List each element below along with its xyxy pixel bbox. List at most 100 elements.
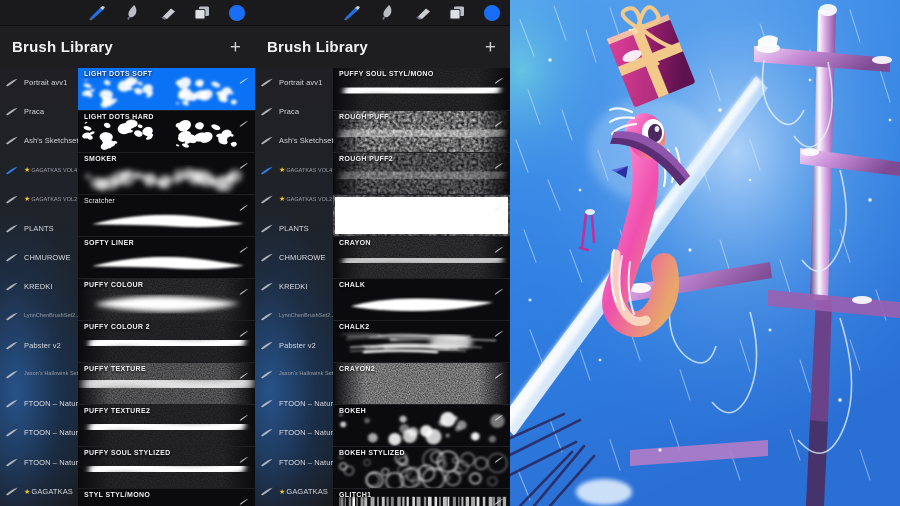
layers-tool[interactable] bbox=[192, 4, 212, 22]
star-icon: ★ bbox=[24, 167, 31, 175]
brush-set-item[interactable]: CHMUROWE bbox=[0, 243, 78, 272]
brush-library-right: Brush Library + Portrait avv1 Praca Ash's … bbox=[255, 26, 510, 506]
brush-set-item[interactable]: LynnChenBrushSet2... bbox=[0, 302, 78, 331]
brush-item[interactable]: LIGHT DOTS SOFT bbox=[78, 68, 255, 110]
brush-set-label: CHMUROWE bbox=[24, 253, 71, 263]
brush-set-item[interactable]: FTOON – Nature A bbox=[0, 389, 78, 418]
canvas-artwork[interactable] bbox=[510, 0, 900, 506]
brush-item[interactable]: STYL STYL/MONO bbox=[78, 488, 255, 506]
brush-item[interactable]: SMOKER bbox=[78, 152, 255, 194]
brush-item[interactable]: CRAYON2 bbox=[333, 362, 510, 404]
add-brush-set-button[interactable]: + bbox=[485, 38, 496, 57]
brush-set-label: ★GAGATKAS VOL4 bbox=[279, 167, 333, 175]
brush-set-item[interactable]: FTOON – Nature C bbox=[0, 447, 78, 476]
paint-brush-tool[interactable] bbox=[342, 4, 362, 22]
brush-set-list-left[interactable]: Portrait avv1 Praca Ash's Sketchset ★GAGATK… bbox=[0, 68, 78, 506]
paint-brush-tool[interactable] bbox=[87, 4, 107, 22]
brush-item[interactable]: ROUGH PUFF bbox=[333, 110, 510, 152]
brush-stroke-icon bbox=[4, 253, 20, 262]
brush-set-item[interactable]: KREDKI bbox=[0, 272, 78, 301]
brush-item[interactable] bbox=[333, 194, 510, 236]
brush-set-item[interactable]: PLANTS bbox=[0, 214, 78, 243]
brush-set-label: Praca bbox=[279, 107, 300, 117]
brush-stroke-icon bbox=[259, 224, 275, 233]
brush-stroke-icon bbox=[4, 195, 20, 204]
brush-set-item[interactable]: Pabster v2 bbox=[0, 331, 78, 360]
brush-stroke-icon bbox=[4, 399, 20, 408]
brush-set-item[interactable]: Portrait avv1 bbox=[255, 68, 333, 97]
brush-item[interactable]: Scratcher bbox=[78, 194, 255, 236]
brush-set-item[interactable]: ★GAGATKAS VOL2 bbox=[255, 185, 333, 214]
top-toolbar-right bbox=[255, 0, 510, 26]
add-brush-set-button[interactable]: + bbox=[230, 38, 241, 57]
brush-item[interactable]: PUFFY TEXTURE2 bbox=[78, 404, 255, 446]
color-tool[interactable] bbox=[227, 4, 247, 22]
brush-label: SMOKER bbox=[84, 156, 117, 163]
brush-item[interactable]: SOFTY LINER bbox=[78, 236, 255, 278]
brush-item[interactable]: CHALK2 bbox=[333, 320, 510, 362]
brush-item[interactable]: PUFFY SOUL STYL/MONO bbox=[333, 68, 510, 110]
brush-set-item[interactable]: FTOON – Nature B bbox=[255, 418, 333, 447]
brush-set-item[interactable]: Jason's Hallowink Set bbox=[0, 360, 78, 389]
eraser-tool[interactable] bbox=[157, 4, 177, 22]
brush-stroke-icon bbox=[259, 253, 275, 262]
brush-stroke-icon bbox=[4, 78, 20, 87]
brush-set-label: LynnChenBrushSet2... bbox=[24, 313, 78, 320]
brush-item[interactable]: PUFFY COLOUR bbox=[78, 278, 255, 320]
brush-set-item[interactable]: Portrait avv1 bbox=[0, 68, 78, 97]
brush-stroke-icon bbox=[259, 166, 275, 175]
brush-preview-list-left[interactable]: LIGHT DOTS SOFT LIGHT DOTS HARD SMOKER S… bbox=[78, 68, 255, 506]
brush-nib-icon bbox=[239, 71, 249, 89]
brush-set-label: ★GAGATKAS VOL2 bbox=[24, 196, 78, 204]
brush-set-item[interactable]: ★GAGATKAS bbox=[0, 477, 78, 506]
library-header-right: Brush Library + bbox=[255, 26, 510, 68]
brush-item[interactable]: GLITCH1 bbox=[333, 488, 510, 506]
brush-set-list-right[interactable]: Portrait avv1 Praca Ash's Sketchset ★GAGATK… bbox=[255, 68, 333, 506]
brush-item[interactable]: ROUGH PUFF2 bbox=[333, 152, 510, 194]
brush-item[interactable]: CRAYON bbox=[333, 236, 510, 278]
brush-set-item[interactable]: KREDKI bbox=[255, 272, 333, 301]
smudge-tool[interactable] bbox=[122, 4, 142, 22]
brush-set-item[interactable]: ★GAGATKAS VOL4 bbox=[0, 156, 78, 185]
brush-item[interactable]: PUFFY TEXTURE bbox=[78, 362, 255, 404]
brush-set-item[interactable]: Jason's Hallowink Set bbox=[255, 360, 333, 389]
brush-set-item[interactable]: ★GAGATKAS VOL2 bbox=[0, 185, 78, 214]
brush-set-item[interactable]: FTOON – Nature B bbox=[0, 418, 78, 447]
brush-set-item[interactable]: PLANTS bbox=[255, 214, 333, 243]
brush-item[interactable]: PUFFY COLOUR 2 bbox=[78, 320, 255, 362]
smudge-tool[interactable] bbox=[377, 4, 397, 22]
brush-item[interactable]: LIGHT DOTS HARD bbox=[78, 110, 255, 152]
brush-preview-list-right[interactable]: PUFFY SOUL STYL/MONO ROUGH PUFF ROUGH PU… bbox=[333, 68, 510, 506]
brush-set-item[interactable]: FTOON – Nature C bbox=[255, 447, 333, 476]
brush-set-item[interactable]: CHMUROWE bbox=[255, 243, 333, 272]
brush-label: PUFFY COLOUR 2 bbox=[84, 324, 150, 331]
brush-set-item[interactable]: Ash's Sketchset bbox=[255, 126, 333, 155]
brush-set-item[interactable]: Ash's Sketchset bbox=[0, 126, 78, 155]
brush-item[interactable]: BOKEH STYLIZED bbox=[333, 446, 510, 488]
brush-item[interactable]: PUFFY SOUL STYLIZED bbox=[78, 446, 255, 488]
brush-set-label: Portrait avv1 bbox=[24, 78, 68, 88]
brush-set-item[interactable]: Pabster v2 bbox=[255, 331, 333, 360]
color-tool[interactable] bbox=[482, 4, 502, 22]
star-icon: ★ bbox=[279, 488, 286, 496]
brush-set-label: Pabster v2 bbox=[279, 340, 316, 350]
brush-set-item[interactable]: Praca bbox=[0, 97, 78, 126]
library-body-right: Portrait avv1 Praca Ash's Sketchset ★GAGATK… bbox=[255, 68, 510, 506]
brush-set-item[interactable]: Praca bbox=[255, 97, 333, 126]
brush-stroke-icon bbox=[259, 312, 275, 321]
brush-item[interactable]: BOKEH bbox=[333, 404, 510, 446]
brush-stroke-icon bbox=[4, 428, 20, 437]
brush-set-item[interactable]: FTOON – Nature A bbox=[255, 389, 333, 418]
layers-tool[interactable] bbox=[447, 4, 467, 22]
brush-label: GLITCH1 bbox=[339, 492, 372, 499]
brush-library-left: Brush Library + Portrait avv1 Praca Ash's … bbox=[0, 26, 255, 506]
brush-set-label: ★GAGATKAS bbox=[24, 486, 73, 496]
eraser-tool[interactable] bbox=[412, 4, 432, 22]
brush-set-item[interactable]: LynnChenBrushSet2... bbox=[255, 302, 333, 331]
brush-set-item[interactable]: ★GAGATKAS bbox=[255, 477, 333, 506]
brush-set-item[interactable]: ★GAGATKAS VOL4 bbox=[255, 156, 333, 185]
brush-nib-icon bbox=[239, 408, 249, 426]
brush-stroke-icon bbox=[259, 487, 275, 496]
library-header-left: Brush Library + bbox=[0, 26, 255, 68]
brush-item[interactable]: CHALK bbox=[333, 278, 510, 320]
